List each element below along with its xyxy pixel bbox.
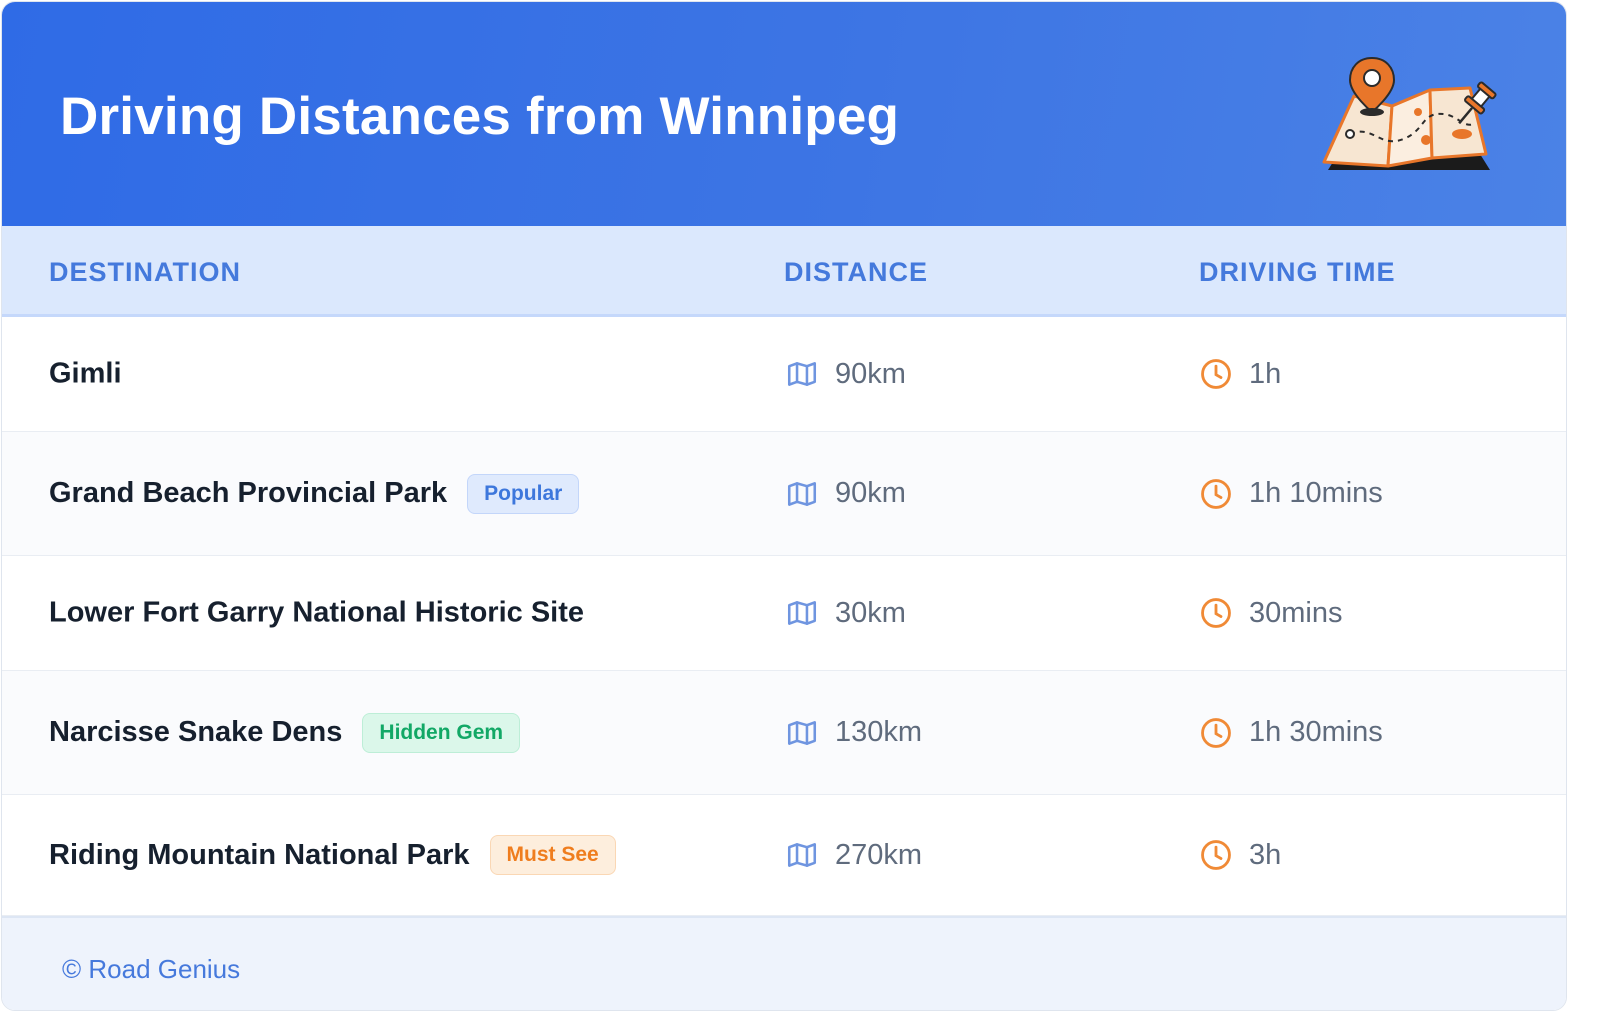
- destination-cell: Gimli: [49, 358, 122, 391]
- card-header: Driving Distances from Winnipeg: [2, 2, 1566, 226]
- time-value: 3h: [1249, 838, 1282, 871]
- distance-value: 130km: [835, 716, 923, 748]
- destination-name: Lower Fort Garry National Historic Site: [49, 596, 584, 629]
- time-cell: 1h 10mins: [1199, 477, 1383, 511]
- destination-cell: Narcisse Snake Dens Hidden Gem: [49, 712, 521, 753]
- table-header: DESTINATION DISTANCE DRIVING TIME: [2, 226, 1566, 317]
- map-icon: [785, 596, 819, 630]
- distance-cell: 90km: [785, 477, 906, 511]
- time-value: 1h 30mins: [1249, 716, 1383, 748]
- destination-badge: Must See: [489, 835, 616, 875]
- clock-icon: [1199, 357, 1233, 391]
- destination-name: Narcisse Snake Dens: [49, 716, 343, 748]
- clock-icon: [1199, 838, 1233, 872]
- card-footer: © Road Genius: [2, 916, 1566, 1010]
- table-row: Gimli 90km 1h: [2, 317, 1566, 432]
- table-row: Grand Beach Provincial Park Popular 90km 1h…: [2, 432, 1566, 556]
- map-with-pins-icon: [1322, 56, 1497, 170]
- table-row: Narcisse Snake Dens Hidden Gem 130km 1h 30m…: [2, 671, 1566, 795]
- clock-icon: [1199, 716, 1233, 750]
- map-icon: [785, 357, 819, 391]
- distance-value: 270km: [835, 838, 923, 871]
- time-value: 30mins: [1249, 596, 1343, 629]
- time-cell: 1h 30mins: [1199, 716, 1383, 750]
- distance-value: 30km: [835, 596, 906, 629]
- distance-value: 90km: [835, 357, 906, 390]
- table-row: Riding Mountain National Park Must See 270…: [2, 795, 1566, 916]
- map-icon: [785, 838, 819, 872]
- time-cell: 3h: [1199, 838, 1281, 872]
- table-row: Lower Fort Garry National Historic Site 3…: [2, 556, 1566, 671]
- clock-icon: [1199, 477, 1233, 511]
- map-icon: [785, 716, 819, 750]
- distance-value: 90km: [835, 477, 906, 509]
- map-icon: [785, 477, 819, 511]
- time-cell: 30mins: [1199, 596, 1343, 630]
- time-cell: 1h: [1199, 357, 1281, 391]
- destination-badge: Popular: [467, 473, 580, 514]
- distance-cell: 30km: [785, 596, 906, 630]
- distance-table-card: Driving Distances from Winnipeg DESTINAT…: [1, 1, 1567, 1011]
- time-value: 1h 10mins: [1249, 477, 1383, 509]
- distance-cell: 270km: [785, 838, 922, 872]
- destination-cell: Riding Mountain National Park Must See: [49, 835, 616, 875]
- distance-cell: 90km: [785, 357, 906, 391]
- page-title: Driving Distances from Winnipeg: [60, 87, 900, 146]
- destination-cell: Grand Beach Provincial Park Popular: [49, 473, 580, 514]
- destination-name: Riding Mountain National Park: [49, 838, 470, 871]
- column-header-distance: DISTANCE: [784, 257, 929, 287]
- distance-cell: 130km: [785, 716, 922, 750]
- destination-badge: Hidden Gem: [362, 712, 521, 753]
- time-value: 1h: [1249, 357, 1282, 390]
- destination-cell: Lower Fort Garry National Historic Site: [49, 597, 584, 630]
- clock-icon: [1199, 596, 1233, 630]
- column-header-destination: DESTINATION: [49, 257, 241, 287]
- destination-name: Grand Beach Provincial Park: [49, 477, 448, 509]
- destination-name: Gimli: [49, 357, 122, 390]
- footer-credit: © Road Genius: [62, 954, 241, 984]
- column-header-driving-time: DRIVING TIME: [1199, 257, 1396, 287]
